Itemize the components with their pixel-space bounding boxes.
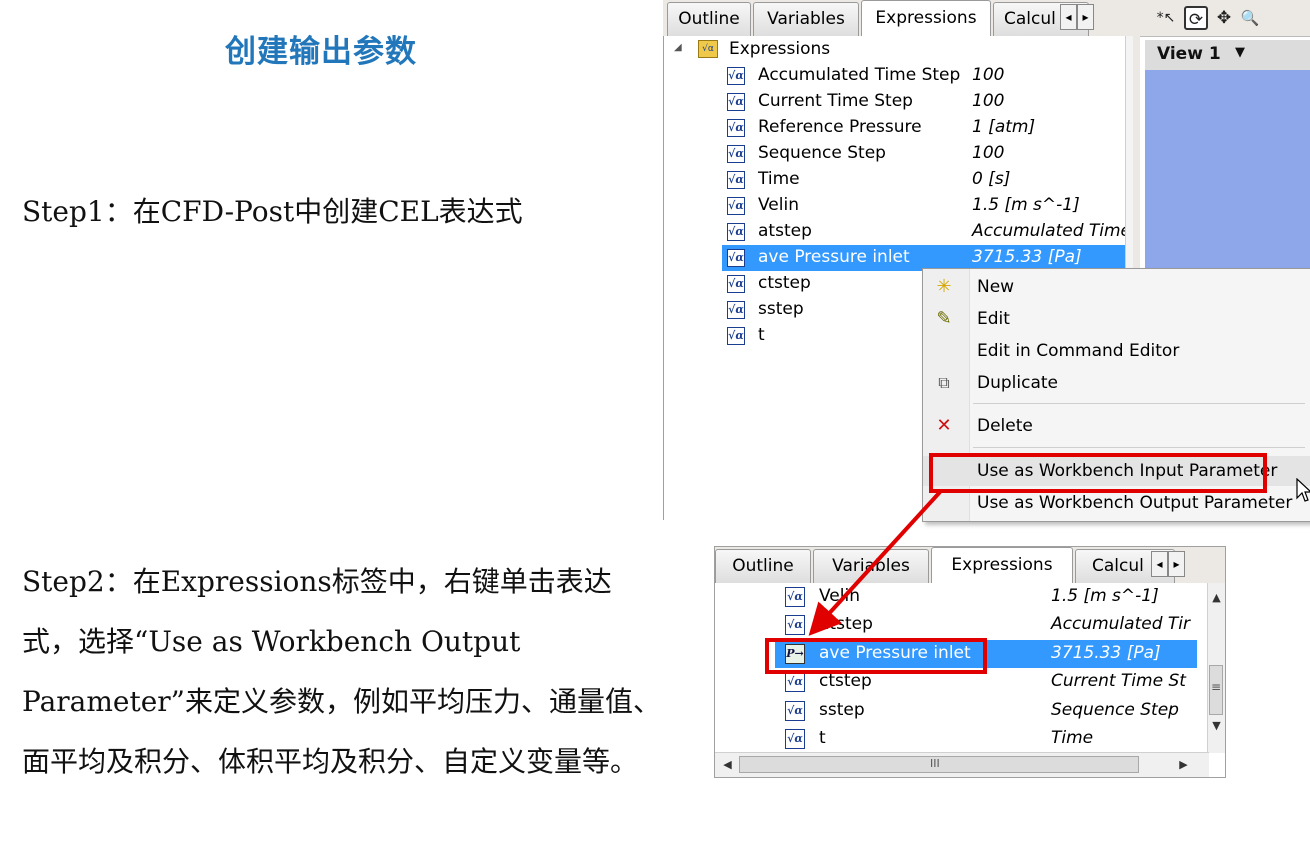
highlight-arrow	[808, 490, 942, 636]
